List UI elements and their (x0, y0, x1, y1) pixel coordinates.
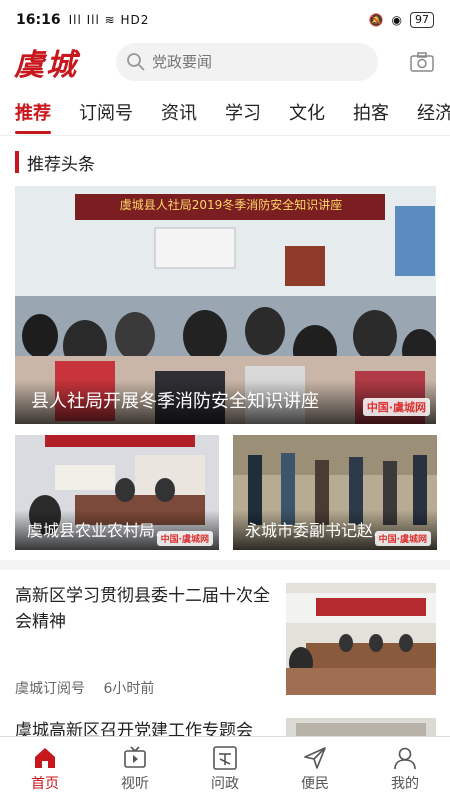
search-box[interactable] (116, 43, 378, 81)
nav-home[interactable]: 首页 (0, 737, 90, 800)
status-time: 16:16 (16, 12, 61, 28)
news-thumbnail (286, 583, 436, 695)
home-icon (35, 747, 55, 768)
hero-banner-text: 虞城县人社局2019冬季消防安全知识讲座 (119, 198, 343, 212)
news-time: 6小时前 (103, 681, 155, 697)
nav-label: 视听 (121, 775, 149, 792)
nav-label: 问政 (211, 775, 239, 792)
bell-off-icon: 🔕 (368, 13, 384, 27)
news-title: 高新区学习贯彻县委十二届十次全会精神 (15, 586, 270, 632)
tab-economy[interactable]: 经济 (417, 92, 450, 135)
hero-watermark: 中国·虞城网 (362, 398, 430, 416)
nav-label: 首页 (31, 775, 59, 792)
nav-politics[interactable]: 问政 (180, 737, 270, 800)
search-input[interactable] (152, 53, 352, 71)
category-tabs: 推荐 订阅号 资讯 学习 文化 拍客 经济 (0, 92, 450, 136)
section-marker (15, 151, 19, 173)
tab-study[interactable]: 学习 (225, 92, 261, 135)
signal-icon: Ill Ill ≋ HD2 (68, 13, 150, 27)
status-right: 🔕 ◉ 97 (369, 12, 434, 28)
article-card[interactable]: 虞城县农业农村局… 中国·虞城网 (15, 435, 219, 550)
app-logo: 虞城 (14, 48, 78, 83)
send-icon (304, 746, 326, 769)
camera-button[interactable] (408, 48, 436, 76)
battery-icon: 97 (410, 12, 434, 28)
news-item[interactable]: 高新区学习贯彻县委十二届十次全会精神 虞城订阅号 6小时前 (15, 583, 436, 703)
profile-icon (394, 747, 416, 769)
tab-subscriptions[interactable]: 订阅号 (79, 92, 133, 135)
search-icon (127, 53, 145, 71)
lock-icon: ◉ (391, 13, 402, 27)
news-meta: 虞城订阅号 6小时前 (15, 678, 154, 698)
nav-profile[interactable]: 我的 (360, 737, 450, 800)
status-bar: 16:16 Ill Ill ≋ HD2 🔕 ◉ 97 (0, 0, 450, 40)
nav-label: 便民 (301, 775, 329, 792)
tab-recommend[interactable]: 推荐 (15, 92, 51, 135)
card-watermark: 中国·虞城网 (156, 531, 213, 546)
article-card[interactable]: 永城市委副书记赵… 中国·虞城网 (233, 435, 437, 550)
camera-icon (410, 52, 434, 72)
tv-icon (124, 745, 146, 768)
tab-culture[interactable]: 文化 (289, 92, 325, 135)
tab-news[interactable]: 资讯 (161, 92, 197, 135)
nav-label: 我的 (391, 775, 419, 792)
section-title: 推荐头条 (27, 154, 95, 175)
card-watermark: 中国·虞城网 (374, 531, 431, 546)
section-divider (0, 560, 450, 570)
nav-convenience[interactable]: 便民 (270, 737, 360, 800)
politics-icon (213, 745, 237, 770)
news-thumbnail-photo (286, 583, 436, 695)
bottom-nav: 首页 视听 问政 便民 我的 (0, 736, 450, 800)
tab-photographer[interactable]: 拍客 (353, 92, 389, 135)
top-bar: 虞城 (0, 40, 450, 84)
hero-article[interactable]: 虞城县人社局2019冬季消防安全知识讲座 县人社局开展冬季消防安全知识讲座 中国… (15, 186, 436, 424)
news-source: 虞城订阅号 (15, 681, 85, 697)
nav-audiovisual[interactable]: 视听 (90, 737, 180, 800)
section-heading: 推荐头条 (15, 150, 95, 175)
